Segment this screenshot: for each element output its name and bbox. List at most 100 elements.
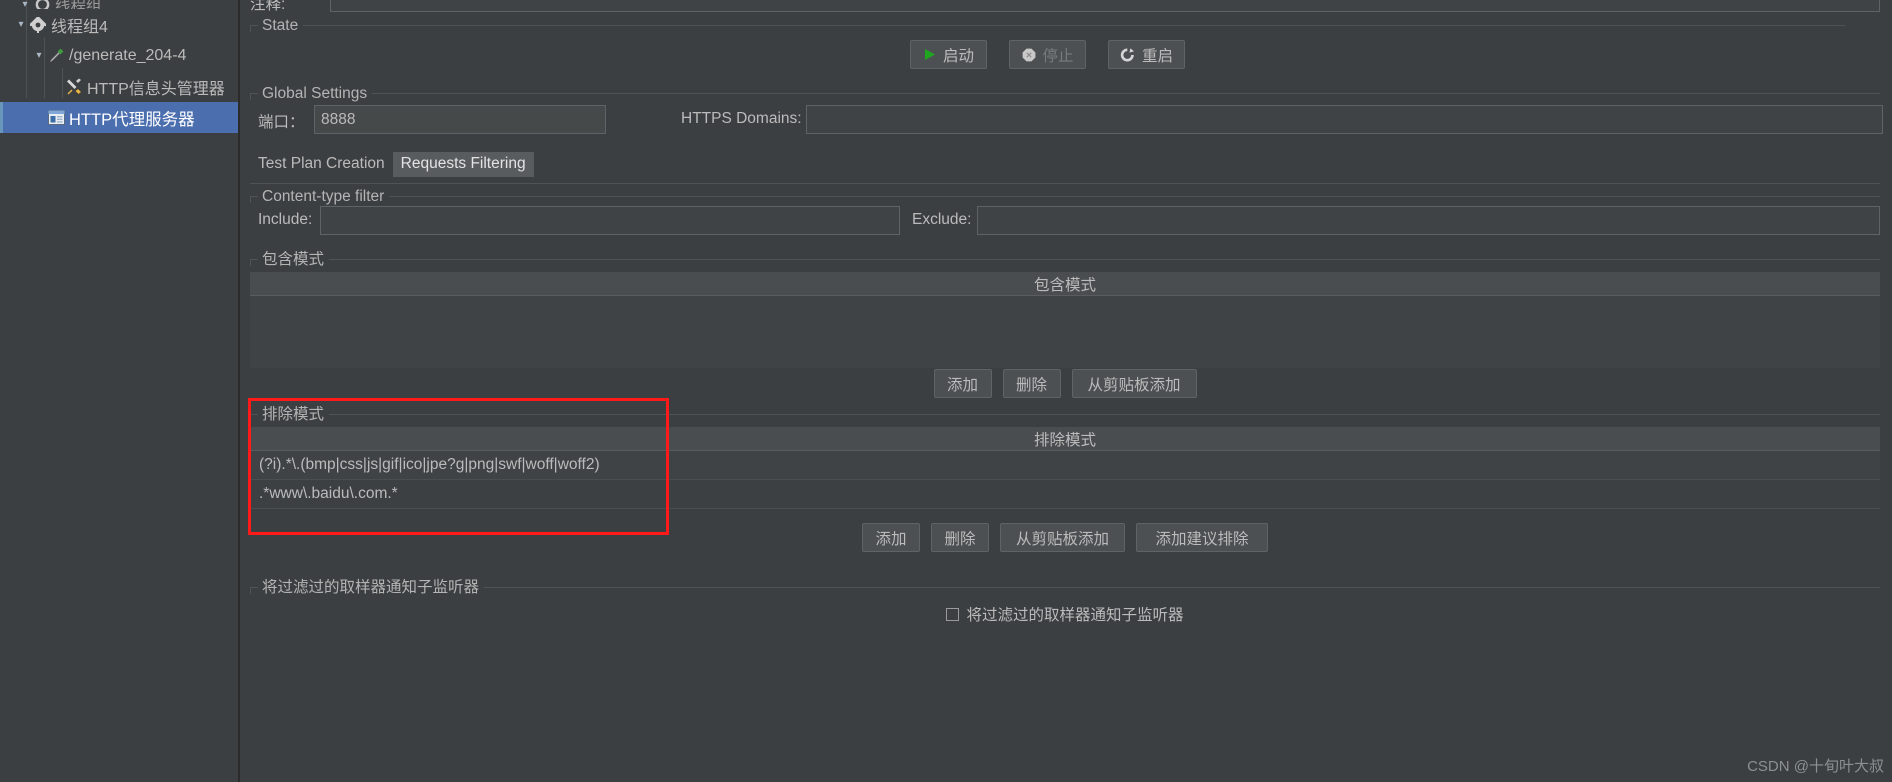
sidebar-item-thread-group[interactable]: ▾ 线程组 [0,0,238,9]
exclude-patterns-column-header: 排除模式 [250,427,1880,451]
table-row[interactable]: (?i).*\.(bmp|css|js|gif|ico|jpe?g|png|sw… [250,451,1880,480]
pipette-icon [46,47,66,64]
notify-child-listeners-group: 将过滤过的取样器通知子监听器 将过滤过的取样器通知子监听器 [250,578,1880,658]
notify-checkbox[interactable] [946,607,960,621]
include-input[interactable] [320,206,900,235]
play-icon [923,48,936,61]
exclude-delete-button[interactable]: 删除 [931,523,989,552]
exclude-patterns-title: 排除模式 [258,405,330,424]
port-input[interactable]: 8888 [314,105,606,134]
stop-button-label: 停止 [1042,47,1074,65]
sidebar-item-generate-204-4[interactable]: ▾ /generate_204-4 [0,40,238,71]
include-add-button[interactable]: 添加 [933,369,992,398]
include-patterns-table[interactable]: 包含模式 [250,272,1880,368]
group-border-left [250,587,251,594]
exclude-patterns-group: 排除模式 排除模式 (?i).*\.(bmp|css|js|gif|ico|jp… [250,405,1880,568]
comment-label: 注释: [250,0,286,12]
exclude-patterns-button-row: 添加 删除 从剪贴板添加 添加建议排除 [250,523,1880,552]
exclude-add-from-clipboard-button[interactable]: 从剪贴板添加 [1000,523,1125,552]
exclude-label: Exclude: [912,211,972,228]
chevron-down-icon[interactable]: ▾ [32,50,46,61]
include-patterns-group: 包含模式 包含模式 添加 删除 从剪贴板添加 [250,250,1880,398]
http-proxy-server-config-panel: 注释: State 启动 停止 重启 Global Settings 端口： 8… [239,0,1892,782]
group-border-left [250,25,251,32]
sidebar-item-http-header-manager[interactable]: ▾ HTTP信息头管理器 [0,71,238,102]
tools-icon [64,78,84,96]
exclude-patterns-table-body[interactable]: (?i).*\.(bmp|css|js|gif|ico|jpe?g|png|sw… [250,451,1880,509]
https-domains-input[interactable] [806,105,1883,134]
group-border [250,259,1880,260]
exclude-pattern-value: (?i).*\.(bmp|css|js|gif|ico|jpe?g|png|sw… [259,456,600,473]
exclude-add-suggested-button[interactable]: 添加建议排除 [1136,523,1268,552]
tab-label: Requests Filtering [400,155,526,172]
include-patterns-table-body[interactable] [250,296,1880,368]
group-border [250,93,1880,94]
gear-icon [28,16,48,33]
include-add-from-clipboard-button[interactable]: 从剪贴板添加 [1071,369,1197,398]
exclude-add-button[interactable]: 添加 [862,523,920,552]
group-border-left [250,93,251,100]
sidebar-item-label: 线程组4 [51,18,108,36]
tab-label: Test Plan Creation [258,155,385,172]
comment-input[interactable] [330,0,1880,12]
notify-checkbox-label: 将过滤过的取样器通知子监听器 [966,607,1184,624]
group-border [250,414,1880,415]
button-label: 添加 [946,376,978,394]
tab-requests-filtering[interactable]: Requests Filtering [392,152,534,177]
sidebar-item-label: HTTP代理服务器 [69,110,195,129]
sidebar-item-http-proxy-server[interactable]: ▾ HTTP代理服务器 [0,102,238,133]
chevron-down-icon[interactable]: ▾ [14,19,28,30]
button-label: 添加 [875,530,907,548]
tree-spacer: ▾ [50,81,64,92]
button-label: 删除 [1015,376,1047,394]
stop-icon [1022,48,1036,62]
jmeter-proxy-server-window: ▾ 线程组 ▾ 线程组4 ▾ /generate_204-4 HTTP信息头管理… [0,0,1892,782]
window-icon [46,110,66,125]
state-group-title: State [258,16,304,35]
https-domains-label: HTTPS Domains: [681,110,802,127]
global-settings-group: Global Settings 端口： 8888 HTTPS Domains: [250,84,1883,146]
selection-indicator [0,102,3,133]
button-label: 添加建议排除 [1155,530,1249,548]
group-border-left [250,414,251,421]
restart-icon [1120,47,1135,62]
group-border-left [250,259,251,266]
gear-icon [32,0,52,9]
exclude-patterns-table[interactable]: 排除模式 (?i).*\.(bmp|css|js|gif|ico|jpe?g|p… [250,427,1880,509]
include-delete-button[interactable]: 删除 [1002,369,1061,398]
notify-group-title: 将过滤过的取样器通知子监听器 [258,578,485,597]
content-type-filter-group: Content-type filter Include: Exclude: [250,187,1880,243]
button-label: 从剪贴板添加 [1087,376,1181,394]
exclude-pattern-value: .*www\.baidu\.com.* [259,485,398,502]
sidebar-item-thread-group-4[interactable]: ▾ 线程组4 [0,9,238,40]
group-border [250,25,1845,26]
include-label: Include: [258,211,313,228]
restart-button[interactable]: 重启 [1108,40,1185,69]
watermark-text: CSDN @十旬叶大叔 [1747,758,1884,775]
group-border [250,587,1880,588]
group-border [250,196,1880,197]
chevron-down-icon[interactable]: ▾ [18,0,32,9]
sidebar-item-label: 线程组 [55,0,102,9]
global-settings-title: Global Settings [258,84,373,103]
group-border-left [250,196,251,203]
notify-checkbox-row[interactable]: 将过滤过的取样器通知子监听器 [250,603,1880,625]
port-label: 端口： [258,114,305,131]
restart-button-label: 重启 [1142,47,1174,65]
config-tabs: Test Plan Creation Requests Filtering [250,152,534,177]
start-button[interactable]: 启动 [910,40,987,69]
comment-row: 注释: [250,0,1892,12]
tree-spacer: ▾ [32,112,46,123]
tabs-underline [250,183,1880,184]
state-button-row: 启动 停止 重启 [250,40,1845,69]
sidebar-item-label: /generate_204-4 [69,46,187,64]
include-patterns-column-header: 包含模式 [250,272,1880,296]
table-row[interactable]: .*www\.baidu\.com.* [250,480,1880,509]
button-label: 删除 [944,530,976,548]
start-button-label: 启动 [943,47,975,65]
content-type-filter-title: Content-type filter [258,187,390,206]
exclude-input[interactable] [977,206,1880,235]
stop-button[interactable]: 停止 [1009,40,1086,69]
include-patterns-title: 包含模式 [258,250,330,269]
tab-test-plan-creation[interactable]: Test Plan Creation [250,152,393,177]
